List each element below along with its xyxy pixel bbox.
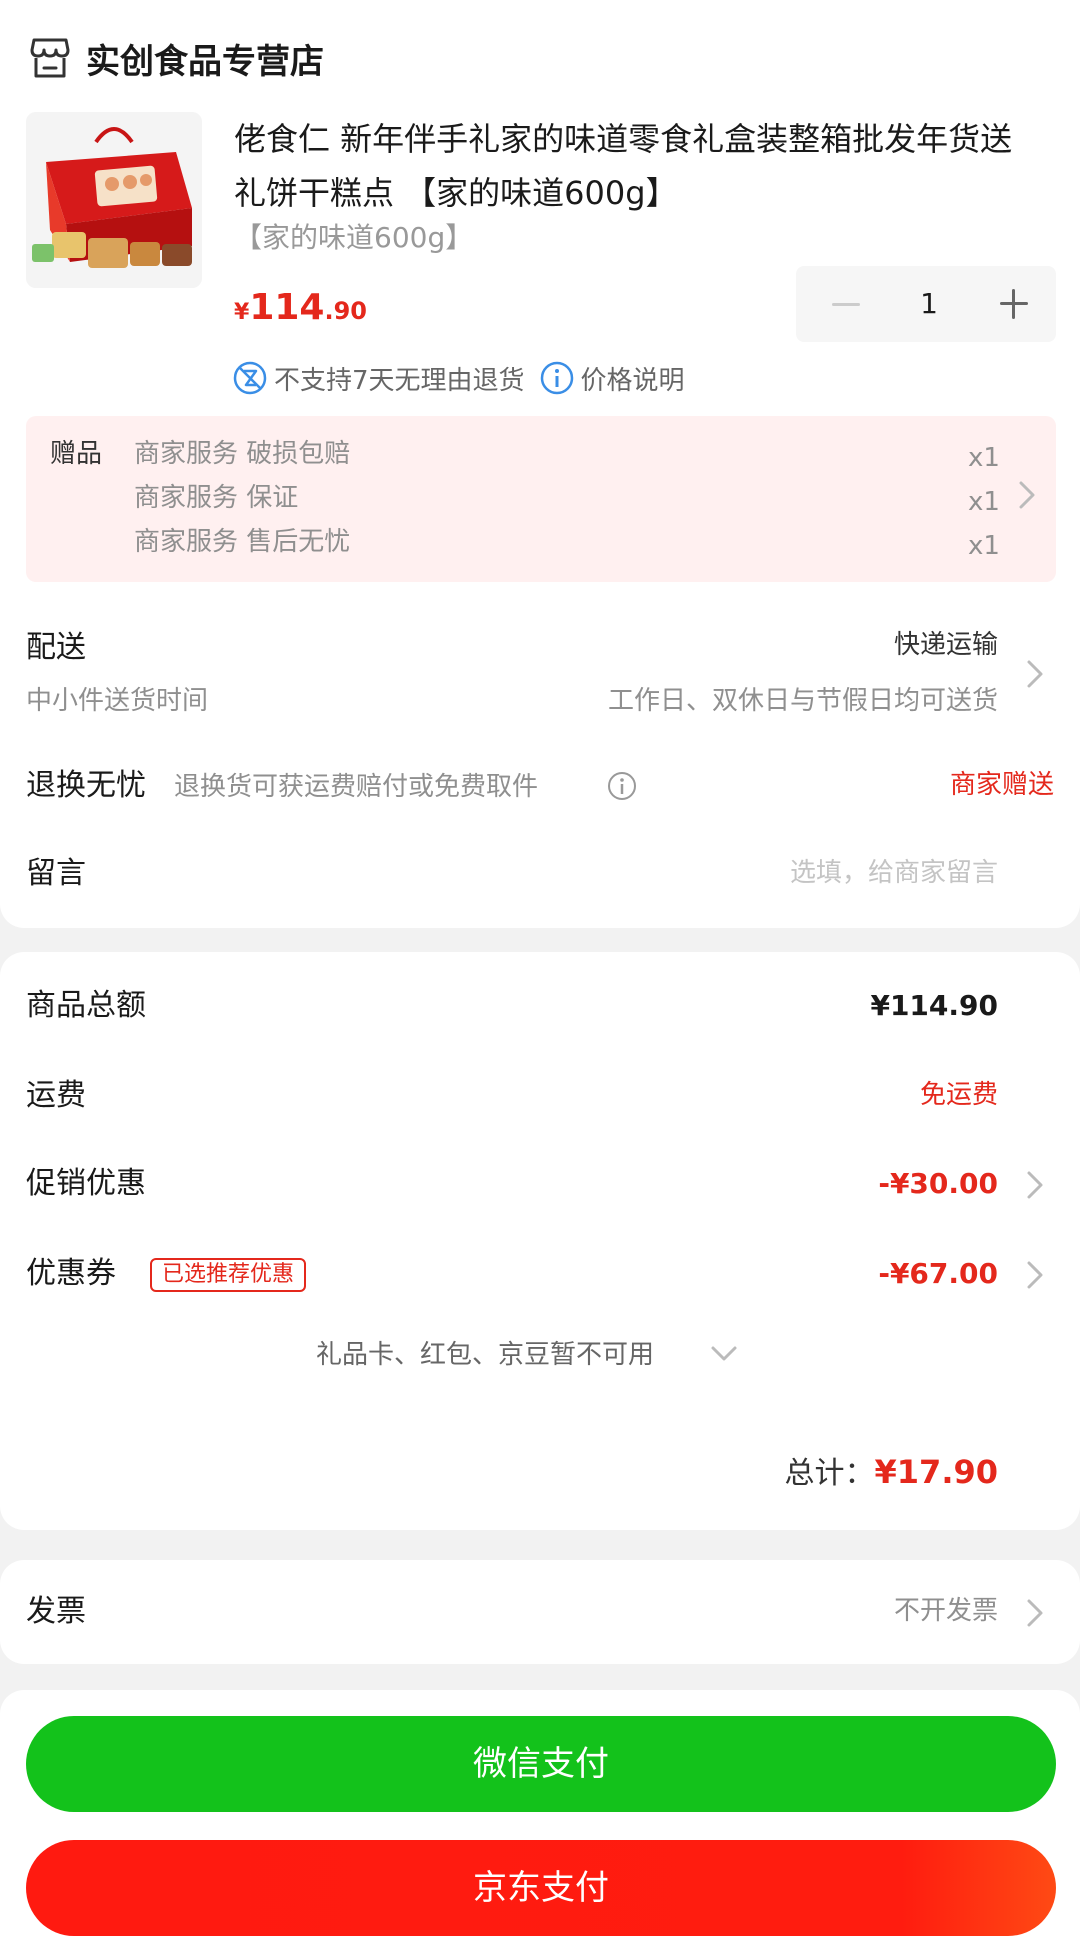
chevron-right-icon[interactable] xyxy=(1024,657,1046,691)
delivery-sub-label: 中小件送货时间 xyxy=(26,686,209,716)
gift-box-product-image xyxy=(26,112,202,288)
shipping-label: 运费 xyxy=(26,1078,86,1113)
delivery-method[interactable]: 快递运输 xyxy=(894,626,998,664)
coupon-value[interactable]: -¥67.00 xyxy=(878,1252,998,1296)
shipping-value: 免运费 xyxy=(919,1080,998,1110)
coupon-label: 优惠券 xyxy=(26,1256,116,1291)
order-total: 总计： ¥17.90 xyxy=(785,1448,998,1492)
goods-total-label: 商品总额 xyxy=(26,988,146,1023)
promo-label: 促销优惠 xyxy=(26,1166,146,1201)
store-order-card: 实创食品专营店 佬食仁 新年伴手礼家的味道零食礼盒装整箱批发年货送礼饼干糕点 【… xyxy=(0,0,1080,928)
wechat-pay-button[interactable]: 微信支付 xyxy=(26,1716,1056,1812)
chevron-right-icon[interactable] xyxy=(1024,1258,1046,1292)
no-return-icon xyxy=(233,361,267,395)
quantity-value[interactable]: 1 xyxy=(874,284,984,324)
jd-pay-button[interactable]: 京东支付 xyxy=(26,1840,1056,1936)
gift-label: 赠品 xyxy=(50,439,103,469)
return-service-desc: 退换货可获运费赔付或免费取件 xyxy=(174,772,539,802)
message-label: 留言 xyxy=(26,856,86,891)
gift-item-qty: x1 xyxy=(968,487,1000,517)
gift-section[interactable]: 赠品 商家服务 破损包赔 x1 商家服务 保证 x1 商家服务 售后无忧 x1 xyxy=(26,416,1056,582)
info-icon[interactable] xyxy=(539,360,575,396)
product-title[interactable]: 佬食仁 新年伴手礼家的味道零食礼盒装整箱批发年货送礼饼干糕点 【家的味道600g… xyxy=(234,112,1044,220)
product-image[interactable] xyxy=(26,112,202,288)
invoice-label: 发票 xyxy=(26,1594,86,1629)
increase-quantity-button[interactable] xyxy=(986,280,1042,328)
gift-item: 商家服务 破损包赔 xyxy=(134,439,351,469)
chevron-right-icon[interactable] xyxy=(1024,1596,1046,1630)
gift-item-qty: x1 xyxy=(968,531,1000,561)
chevron-down-icon[interactable] xyxy=(708,1342,740,1366)
no-return-policy-text[interactable]: 不支持7天无理由退货 xyxy=(274,360,525,397)
total-label: 总计： xyxy=(784,1456,875,1491)
price-note-link[interactable]: 价格说明 xyxy=(581,360,685,397)
unavailable-payment-note[interactable]: 礼品卡、红包、京豆暂不可用 xyxy=(316,1336,654,1374)
decrease-quantity-button[interactable] xyxy=(814,286,872,322)
product-spec: 【家的味道600g】 xyxy=(234,221,474,254)
gift-item: 商家服务 保证 xyxy=(134,483,299,513)
gift-item: 商家服务 售后无忧 xyxy=(134,527,351,557)
delivery-time-value[interactable]: 工作日、双休日与节假日均可送货 xyxy=(608,682,998,720)
total-value: ¥17.90 xyxy=(874,1453,998,1491)
store-icon xyxy=(30,38,70,78)
invoice-value[interactable]: 不开发票 xyxy=(894,1592,998,1630)
product-price: ¥114.90 xyxy=(234,286,367,336)
price-integer: 114 xyxy=(249,287,325,328)
price-summary-card xyxy=(0,952,1080,1530)
price-decimal: .90 xyxy=(324,297,367,325)
quantity-stepper: 1 xyxy=(796,266,1056,342)
chevron-right-icon[interactable] xyxy=(1024,1168,1046,1202)
info-icon[interactable] xyxy=(606,770,638,802)
chevron-right-icon[interactable] xyxy=(1016,478,1038,512)
return-service-value: 商家赠送 xyxy=(949,770,1054,800)
store-name[interactable]: 实创食品专营店 xyxy=(86,38,324,86)
delivery-label: 配送 xyxy=(26,630,86,665)
policy-row: 不支持7天无理由退货 价格说明 xyxy=(232,356,685,400)
price-currency: ¥ xyxy=(234,300,250,325)
promo-value[interactable]: -¥30.00 xyxy=(878,1162,998,1206)
message-input[interactable]: 选填，给商家留言 xyxy=(790,854,998,892)
return-service-label: 退换无忧 xyxy=(26,768,146,803)
gift-item-qty: x1 xyxy=(968,443,1000,473)
coupon-recommended-badge: 已选推荐优惠 xyxy=(150,1258,307,1292)
goods-total-value: ¥114.90 xyxy=(870,989,998,1022)
